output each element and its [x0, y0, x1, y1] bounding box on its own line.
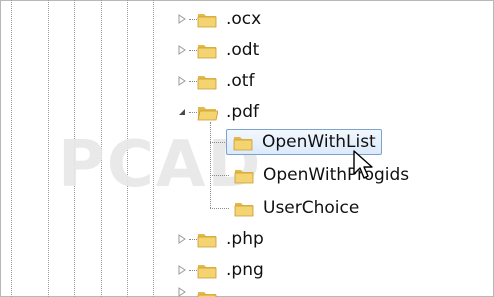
- triangle-down-icon[interactable]: [176, 106, 188, 118]
- tree-connector: [210, 122, 211, 208]
- tree-item-label: .ocx: [226, 9, 262, 29]
- tree-connector: [210, 175, 229, 176]
- tree-item-png[interactable]: .png: [176, 255, 264, 285]
- tree-item-userchoice[interactable]: UserChoice: [233, 193, 359, 223]
- tree-item-label: UserChoice: [263, 198, 360, 218]
- tree-connector: [210, 208, 229, 209]
- folder-icon: [196, 39, 218, 61]
- folder-icon: [196, 286, 218, 297]
- tree-item-label: OpenWithProgids: [263, 165, 410, 185]
- chevron-right-icon[interactable]: [176, 233, 188, 245]
- tree-item-label: .otf: [226, 71, 255, 91]
- chevron-right-icon: [176, 286, 188, 297]
- tree-guide-line: [48, 0, 49, 297]
- tree-item-otf[interactable]: .otf: [176, 66, 254, 96]
- chevron-right-icon[interactable]: [176, 13, 188, 25]
- tree-item-label: .php: [226, 229, 264, 249]
- folder-icon: [196, 8, 218, 30]
- chevron-right-icon[interactable]: [176, 264, 188, 276]
- tree-item-php[interactable]: .php: [176, 224, 264, 254]
- folder-icon: [232, 131, 254, 153]
- folder-icon: [196, 101, 219, 123]
- tree-item-ocx[interactable]: .ocx: [176, 4, 261, 34]
- folder-icon: [196, 228, 218, 250]
- tree-guide-line: [11, 0, 12, 297]
- tree-item-label: .png: [226, 260, 264, 280]
- tree-guide-line: [74, 0, 75, 297]
- folder-icon: [233, 197, 255, 219]
- folder-icon: [196, 70, 218, 92]
- tree-item-label: OpenWithList: [262, 132, 376, 152]
- mouse-pointer-icon: [353, 150, 375, 186]
- tree-guide-line: [153, 0, 154, 297]
- chevron-right-icon[interactable]: [176, 44, 188, 56]
- tree-item-partial: [176, 286, 218, 297]
- tree-item-pdf[interactable]: .pdf: [176, 97, 259, 127]
- tree-item-label: .odt: [226, 40, 260, 60]
- folder-icon: [233, 164, 255, 186]
- tree-guide-line: [101, 0, 102, 297]
- tree-item-label: .pdf: [226, 102, 259, 122]
- tree-guide-line: [127, 0, 128, 297]
- folder-icon: [196, 259, 218, 281]
- chevron-right-icon[interactable]: [176, 75, 188, 87]
- tree-item-odt[interactable]: .odt: [176, 35, 259, 65]
- tree-item-openwithprogids[interactable]: OpenWithProgids: [233, 160, 409, 190]
